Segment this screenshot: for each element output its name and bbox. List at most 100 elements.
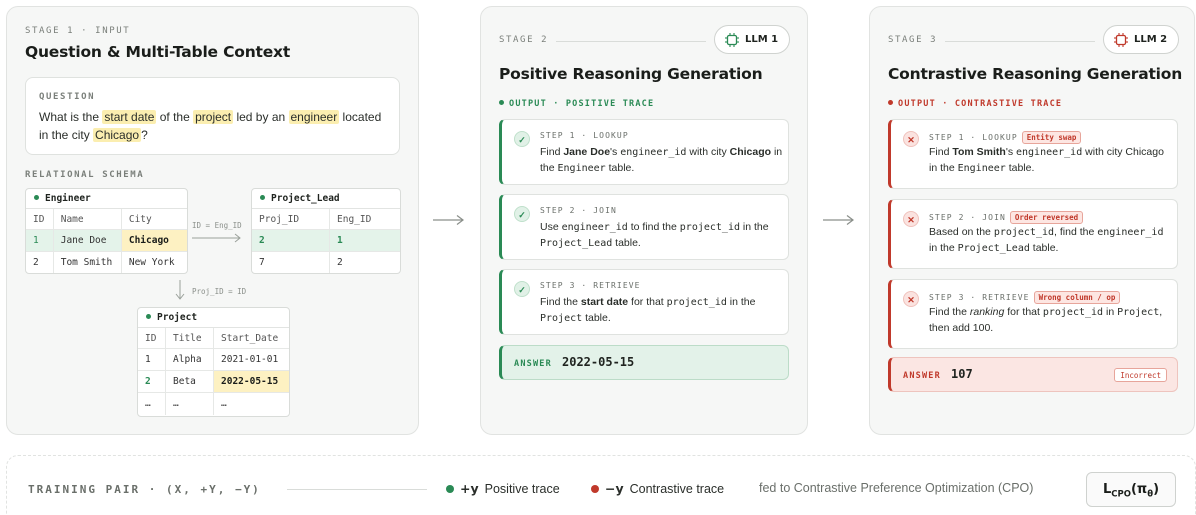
cell: 2: [138, 371, 166, 392]
engineer-table-title: Engineer: [26, 189, 187, 209]
question-box: QUESTION What is the start date of the p…: [25, 77, 400, 155]
cell: 1: [26, 230, 54, 251]
arrow-right-icon: [823, 215, 854, 225]
llm2-label: LLM 2: [1134, 34, 1168, 45]
table-row: 2 Tom Smith New York: [26, 252, 187, 273]
stage2-kicker: STAGE 2: [499, 35, 549, 45]
cell: 2022-05-15: [214, 371, 289, 392]
step-text: Find the ranking for that project_id in …: [929, 306, 1163, 334]
contrastive-step-2: ✕ STEP 2 · JOIN Order reversed Based on t…: [888, 199, 1178, 269]
check-icon: ✓: [514, 206, 530, 222]
check-icon: ✓: [514, 131, 530, 147]
cell: Chicago: [121, 230, 187, 251]
contrastive-output-label: OUTPUT · CONTRASTIVE TRACE: [888, 99, 1062, 109]
answer-value: 2022-05-15: [562, 355, 635, 369]
step-label: STEP 2 · JOIN Order reversed: [929, 211, 1084, 224]
divider: [287, 489, 427, 490]
answer-value: 107: [951, 367, 973, 381]
step-label: STEP 3 · RETRIEVE: [540, 281, 641, 290]
table-row: 7 2: [252, 252, 400, 273]
project-table-title: Project: [138, 308, 289, 328]
legend-negative: −y Contrastive trace: [591, 481, 724, 496]
step-text: Based on the project_id, find the engine…: [929, 226, 1164, 254]
chip-icon: [725, 33, 739, 47]
llm1-badge: LLM 1: [714, 25, 790, 54]
hl-chicago: Chicago: [93, 128, 142, 142]
table-header-row: Proj_ID Eng_ID: [252, 209, 400, 230]
step-text: Use engineer_id to find the project_id i…: [540, 221, 769, 249]
table-row: 2 1: [252, 230, 400, 252]
engineer-table: Engineer ID Name City 1 Jane Doe Chicago…: [25, 188, 188, 274]
col-header: Proj_ID: [252, 209, 330, 229]
col-header: ID: [138, 328, 166, 348]
negative-dot: [591, 484, 599, 493]
schema-label: RELATIONAL SCHEMA: [25, 170, 145, 180]
cell: Beta: [166, 371, 214, 392]
hl-start-date: start date: [102, 110, 157, 124]
table-row: 2 Beta 2022-05-15: [138, 371, 289, 393]
col-header: ID: [26, 209, 54, 229]
table-row: … … …: [138, 393, 289, 415]
stage2-panel: STAGE 2 LLM 1 Positive Reasoning Generat…: [480, 6, 808, 435]
llm2-badge: LLM 2: [1103, 25, 1179, 54]
cell: 2021-01-01: [221, 354, 279, 365]
contrastive-step-1: ✕ STEP 1 · LOOKUP Entity swap Find Tom Sm…: [888, 119, 1178, 189]
cell: 2: [252, 230, 330, 251]
project-table: Project ID Title Start_Date 1 Alpha 2021…: [137, 307, 290, 417]
positive-output-label: OUTPUT · POSITIVE TRACE: [499, 99, 654, 109]
divider: [556, 41, 706, 42]
training-pair-label: TRAINING PAIR · (X, +Y, −Y): [28, 483, 261, 496]
step-label: STEP 2 · JOIN: [540, 206, 617, 215]
step-text: Find the start date for that project_id …: [540, 296, 756, 324]
positive-step-3: ✓ STEP 3 · RETRIEVE Find the start date …: [499, 269, 789, 335]
join1-label: ID = Eng_ID: [192, 221, 242, 230]
answer-label: ANSWER: [514, 359, 552, 369]
chip-icon: [1114, 33, 1128, 47]
incorrect-badge: Incorrect: [1114, 368, 1167, 382]
check-icon: ✓: [514, 281, 530, 297]
positive-step-1: ✓ STEP 1 · LOOKUP Find Jane Doe's engine…: [499, 119, 789, 185]
positive-step-2: ✓ STEP 2 · JOIN Use engineer_id to find …: [499, 194, 789, 260]
arrow-right-icon: [433, 215, 464, 225]
legend-positive: +y Positive trace: [446, 481, 560, 496]
step-label: STEP 1 · LOOKUP: [540, 131, 629, 140]
arrow-right-icon: [192, 233, 241, 243]
project-lead-table-title: Project_Lead: [252, 189, 400, 209]
cell: …: [221, 398, 227, 409]
table-row: 1 Alpha 2021-01-01: [138, 349, 289, 371]
llm1-label: LLM 1: [745, 34, 779, 45]
cpo-loss-formula: LCPO(πθ): [1086, 472, 1176, 507]
col-header: City: [128, 214, 152, 225]
cell: 7: [252, 252, 330, 273]
cell: …: [166, 393, 214, 415]
contrastive-step-3: ✕ STEP 3 · RETRIEVE Wrong column / op Fin…: [888, 279, 1178, 349]
question-label: QUESTION: [39, 92, 96, 102]
cell: New York: [128, 257, 175, 268]
arrow-down-icon: [175, 280, 185, 300]
answer-label: ANSWER: [903, 371, 941, 381]
stage3-kicker: STAGE 3: [888, 35, 938, 45]
error-tag: Entity swap: [1021, 131, 1082, 144]
training-pair-bar: TRAINING PAIR · (X, +Y, −Y) +y Positive t…: [6, 455, 1196, 515]
stage1-title: Question & Multi-Table Context: [25, 43, 291, 61]
cross-icon: ✕: [903, 291, 919, 307]
col-header: Name: [54, 209, 122, 229]
error-tag: Order reversed: [1009, 211, 1084, 224]
cross-icon: ✕: [903, 131, 919, 147]
question-text: What is the start date of the project le…: [39, 110, 382, 142]
step-label: STEP 1 · LOOKUP Entity swap: [929, 131, 1082, 144]
stage1-kicker: STAGE 1 · INPUT: [25, 26, 131, 36]
positive-answer: ANSWER 2022-05-15: [499, 345, 789, 380]
table-header-row: ID Title Start_Date: [138, 328, 289, 349]
cell: 2: [337, 257, 343, 268]
stage3-panel: STAGE 3 LLM 2 Contrastive Reasoning Gene…: [869, 6, 1195, 435]
step-label: STEP 3 · RETRIEVE Wrong column / op: [929, 291, 1121, 304]
stage2-title: Positive Reasoning Generation: [499, 65, 763, 83]
col-header: Title: [166, 328, 214, 348]
step-text: Find Jane Doe's engineer_id with city Ch…: [540, 146, 783, 174]
table-header-row: ID Name City: [26, 209, 187, 230]
contrastive-answer: ANSWER 107 Incorrect: [888, 357, 1178, 392]
table-row: 1 Jane Doe Chicago: [26, 230, 187, 252]
cell: Tom Smith: [54, 252, 122, 273]
cell: 1: [337, 235, 343, 246]
